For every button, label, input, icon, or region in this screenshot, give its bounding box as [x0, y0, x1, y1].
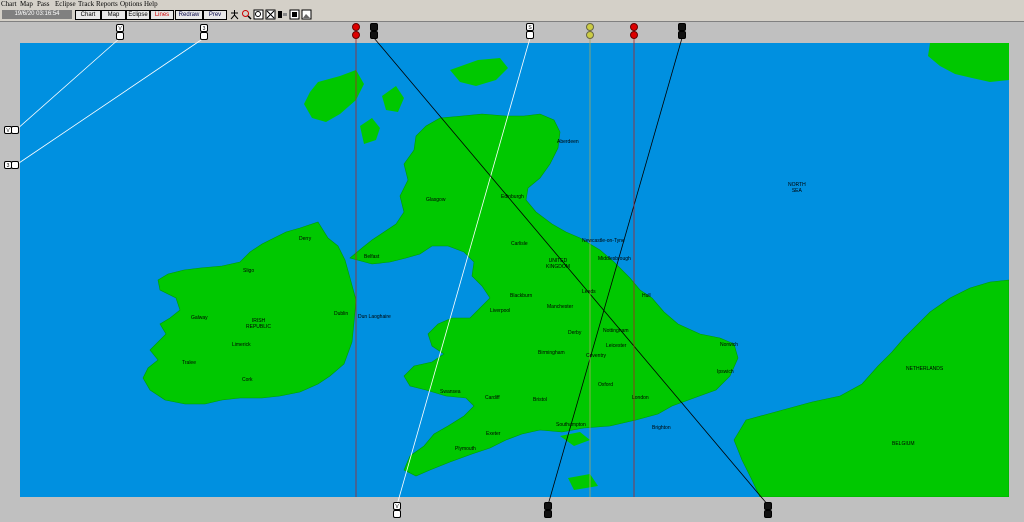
city-label: Aberdeen — [557, 139, 579, 145]
marker-black-bottom-1[interactable] — [544, 502, 552, 510]
city-label: Liverpool — [490, 308, 511, 314]
city-label: Cardiff — [485, 395, 500, 401]
city-label: Dublin — [334, 311, 349, 317]
marker-yellow-top[interactable] — [586, 23, 594, 31]
marker-black-1-top[interactable] — [370, 23, 378, 31]
city-label: Dun Laoghaire — [358, 314, 391, 320]
marker-3-top[interactable]: 3 — [200, 24, 208, 32]
city-label: Plymouth — [455, 446, 476, 452]
city-label: Belfast — [364, 254, 380, 260]
marker-red-1-top[interactable] — [352, 23, 360, 31]
marker-v-left-b[interactable] — [11, 126, 19, 134]
city-label: Brighton — [652, 425, 671, 431]
city-label: Nottingham — [603, 328, 629, 334]
marker-v-bottom-b[interactable] — [393, 510, 401, 518]
city-label: Blackburn — [510, 293, 533, 299]
city-label: Bristol — [533, 397, 547, 403]
marker-red-2-top-b[interactable] — [630, 31, 638, 39]
country-label-belgium: BELGIUM — [892, 441, 915, 447]
city-label: Swansea — [440, 389, 461, 395]
city-label: Exeter — [486, 431, 501, 437]
country-label-netherlands: NETHERLANDS — [906, 366, 944, 372]
marker-black-2-top[interactable] — [678, 23, 686, 31]
city-label: London — [632, 395, 649, 401]
city-label: Tralee — [182, 360, 196, 366]
city-label: Derry — [299, 236, 312, 242]
marker-black-1-top-b[interactable] — [370, 31, 378, 39]
marker-black-bottom-1b[interactable] — [544, 510, 552, 518]
marker-black-bottom-2[interactable] — [764, 502, 772, 510]
city-label: Newcastle-on-Tyne — [582, 238, 625, 244]
marker-v-top[interactable]: V — [116, 24, 124, 32]
marker-yellow-top-b[interactable] — [586, 31, 594, 39]
city-label: Middlesbrough — [598, 256, 631, 262]
city-label: Derby — [568, 330, 582, 336]
country-label-ireland: IRISH REPUBLIC — [246, 318, 272, 330]
city-label: Glasgow — [426, 197, 446, 203]
marker-s-top[interactable]: S — [526, 23, 534, 31]
marker-black-2-top-b[interactable] — [678, 31, 686, 39]
city-label: Edinburgh — [501, 194, 524, 200]
marker-3-left-b[interactable] — [11, 161, 19, 169]
city-label: Birmingham — [538, 350, 565, 356]
map-canvas[interactable] — [0, 0, 1024, 522]
city-label: Leicester — [606, 343, 627, 349]
marker-v-top-b[interactable] — [116, 32, 124, 40]
city-label: Sligo — [243, 268, 255, 274]
city-label: Carlisle — [511, 241, 528, 247]
city-label: Leeds — [582, 289, 596, 295]
city-label: Hull — [642, 293, 651, 299]
city-label: Cork — [242, 377, 253, 383]
city-label: Galway — [191, 315, 208, 321]
marker-3-top-b[interactable] — [200, 32, 208, 40]
city-label: Coventry — [586, 353, 607, 359]
marker-v-bottom[interactable]: V — [393, 502, 401, 510]
city-label: Ipswich — [717, 369, 734, 375]
marker-s-top-b[interactable] — [526, 31, 534, 39]
country-label-uk: UNITED KINGDOM — [546, 258, 570, 270]
city-label: Oxford — [598, 382, 614, 388]
city-label: Southampton — [556, 422, 586, 428]
marker-black-bottom-2b[interactable] — [764, 510, 772, 518]
city-label: Limerick — [232, 342, 251, 348]
marker-red-2-top[interactable] — [630, 23, 638, 31]
sea-label-north-sea: NORTH SEA — [788, 182, 806, 194]
marker-red-1-top-b[interactable] — [352, 31, 360, 39]
city-label: Manchester — [547, 304, 574, 310]
city-label: Norwich — [720, 342, 739, 348]
